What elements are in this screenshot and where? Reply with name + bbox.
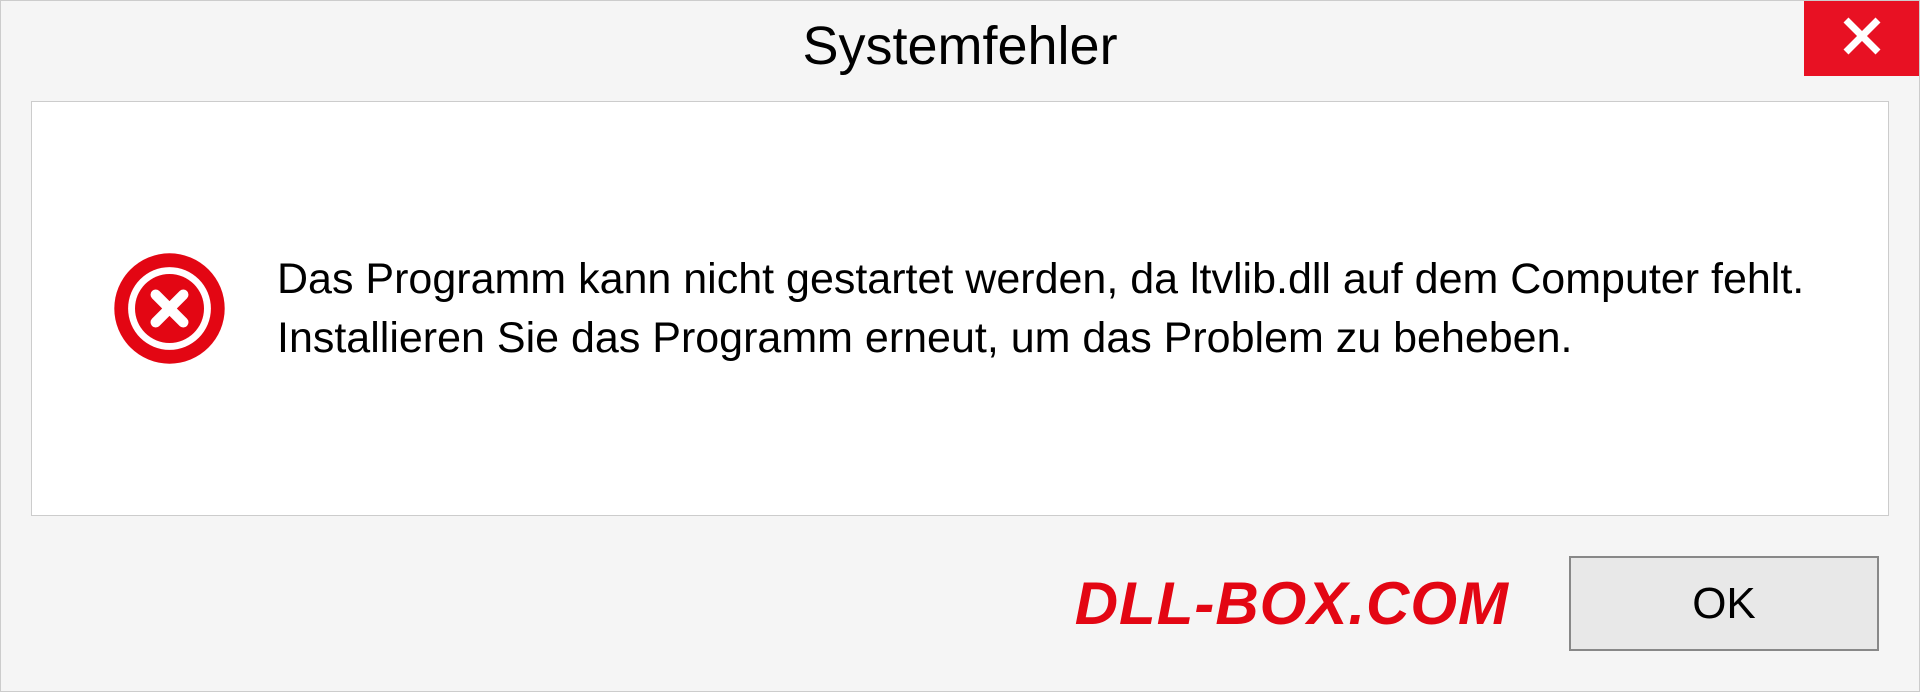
error-icon: [112, 251, 227, 366]
ok-button[interactable]: OK: [1569, 556, 1879, 651]
close-icon: [1838, 12, 1886, 65]
close-button[interactable]: [1804, 1, 1919, 76]
dialog-title: Systemfehler: [802, 15, 1117, 77]
titlebar: Systemfehler: [1, 1, 1919, 91]
watermark-text: DLL-BOX.COM: [1075, 569, 1509, 638]
content-panel: Das Programm kann nicht gestartet werden…: [31, 101, 1889, 516]
error-message: Das Programm kann nicht gestartet werden…: [277, 250, 1808, 366]
error-dialog: Systemfehler Das Programm kann nicht ges…: [0, 0, 1920, 692]
dialog-footer: DLL-BOX.COM OK: [1, 536, 1919, 691]
